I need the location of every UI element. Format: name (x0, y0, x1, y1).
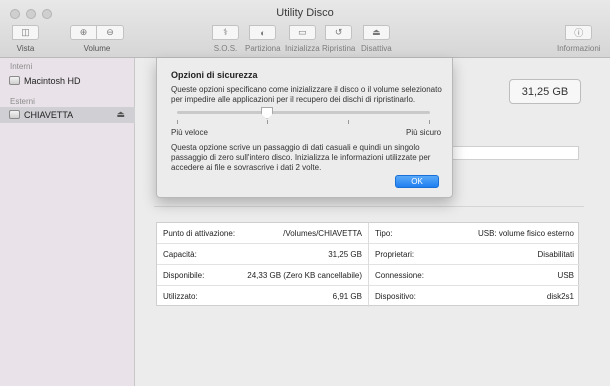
pie-icon: ◐ (260, 27, 266, 38)
internal-disk-icon (9, 76, 20, 85)
slider-tick (177, 120, 178, 124)
sidebar-section-internal: Interni (10, 62, 33, 71)
info-label: Punto di attivazione: (163, 228, 236, 238)
info-label: Tipo: (375, 228, 393, 238)
add-volume-button[interactable]: ⊕ (70, 25, 97, 40)
table-row: Punto di attivazione: /Volumes/CHIAVETTA (157, 223, 368, 244)
info-icon: ⓘ (574, 28, 584, 38)
disk-utility-window: Utility Disco ◫ Vista ⊕ ⊖ Volume ⚕ S.O.S… (0, 0, 610, 386)
info-value: USB (557, 270, 574, 280)
table-row: Disponibile: 24,33 GB (Zero KB cancellab… (157, 265, 368, 286)
disattiva-button[interactable]: ⏏ (362, 25, 390, 40)
ok-button[interactable]: OK (395, 175, 439, 188)
eject-icon[interactable]: ⏏ (116, 109, 125, 120)
slider-tick (267, 120, 268, 124)
dialog-title: Opzioni di sicurezza (171, 70, 258, 80)
info-value: 24,33 GB (Zero KB cancellabile) (247, 270, 362, 280)
vista-label: Vista (16, 44, 35, 53)
sidebar-icon: ◫ (21, 27, 30, 37)
capacity-box: 31,25 GB (509, 79, 581, 104)
table-row: Tipo: USB: volume fisico esterno (369, 223, 580, 244)
sidebar-item-label: CHIAVETTA (24, 110, 74, 120)
usb-disk-icon (9, 110, 20, 119)
sidebar-item-macintosh-hd[interactable]: Macintosh HD (0, 73, 135, 89)
dialog-note: Questa opzione scrive un passaggio di da… (171, 143, 431, 172)
stethoscope-icon: ⚕ (223, 27, 228, 37)
toolbar-ripristina: ↺ Ripristina (322, 25, 355, 53)
remove-volume-button[interactable]: ⊖ (97, 25, 124, 40)
toolbar-partiziona: ◐ Partiziona (245, 25, 281, 53)
info-value: disk2s1 (546, 292, 574, 301)
plus-icon: ⊕ (79, 27, 88, 37)
eraser-icon: ▭ (298, 27, 307, 37)
minus-icon: ⊖ (106, 27, 114, 37)
inizializza-button[interactable]: ▭ (288, 25, 316, 40)
vista-button[interactable]: ◫ (12, 25, 39, 40)
toolbar-inizializza: ▭ Inizializza (285, 25, 320, 53)
ripristina-label: Ripristina (322, 44, 356, 53)
slider-tick (429, 120, 430, 124)
sidebar-section-external: Esterni (10, 97, 35, 106)
toolbar-vista: ◫ Vista (12, 25, 39, 53)
disattiva-label: Disattiva (361, 44, 392, 53)
restore-icon: ↺ (334, 27, 343, 37)
usage-bar (451, 146, 579, 160)
security-slider-track[interactable] (177, 111, 430, 114)
slider-min-label: Più veloce (171, 128, 208, 137)
partiziona-label: Partiziona (245, 44, 281, 53)
informazioni-label: Informazioni (557, 44, 601, 53)
info-label: Capacità: (163, 249, 197, 259)
info-value: 31,25 GB (328, 249, 362, 259)
window-title: Utility Disco (276, 7, 334, 19)
info-label: Connessione: (375, 270, 424, 280)
sidebar: Interni Macintosh HD Esterni CHIAVETTA ⏏ (0, 58, 135, 386)
info-value: Disabilitati (537, 249, 574, 259)
partiziona-button[interactable]: ◐ (249, 25, 277, 40)
table-row: Connessione: USB (369, 265, 580, 286)
divider (154, 206, 584, 207)
table-row: Dispositivo: disk2s1 (369, 286, 580, 307)
toolbar-sos: ⚕ S.O.S. (212, 25, 239, 53)
info-column-right: Tipo: USB: volume fisico esterno Proprie… (369, 223, 580, 307)
security-options-dialog: Opzioni di sicurezza Queste opzioni spec… (156, 58, 453, 198)
info-label: Disponibile: (163, 270, 205, 280)
info-column-left: Punto di attivazione: /Volumes/CHIAVETTA… (157, 223, 369, 307)
info-label: Utilizzato: (163, 292, 198, 301)
title-bar: Utility Disco ◫ Vista ⊕ ⊖ Volume ⚕ S.O.S… (0, 0, 610, 58)
sos-button[interactable]: ⚕ (212, 25, 239, 40)
info-label: Dispositivo: (375, 292, 416, 301)
table-row: Utilizzato: 6,91 GB (157, 286, 368, 307)
toolbar-disattiva: ⏏ Disattiva (361, 25, 392, 53)
dialog-description: Queste opzioni specificano come iniziali… (171, 85, 442, 104)
eject-icon: ⏏ (372, 27, 381, 37)
info-value: USB: volume fisico esterno (477, 228, 574, 238)
ripristina-button[interactable]: ↺ (325, 25, 353, 40)
toolbar-informazioni: ⓘ Informazioni (557, 25, 601, 53)
security-slider-knob[interactable] (261, 107, 273, 119)
sidebar-item-label: Macintosh HD (24, 76, 81, 86)
info-label: Proprietari: (375, 249, 415, 259)
info-table: Punto di attivazione: /Volumes/CHIAVETTA… (156, 222, 580, 307)
inizializza-label: Inizializza (285, 44, 320, 53)
info-value: /Volumes/CHIAVETTA (283, 228, 362, 238)
table-row: Proprietari: Disabilitati (369, 244, 580, 265)
slider-tick (348, 120, 349, 124)
informazioni-button[interactable]: ⓘ (565, 25, 593, 40)
volume-label: Volume (83, 44, 111, 53)
sidebar-item-chiavetta[interactable]: CHIAVETTA ⏏ (0, 107, 135, 123)
info-value: 6,91 GB (332, 292, 362, 301)
table-row: Capacità: 31,25 GB (157, 244, 368, 265)
toolbar-volume: ⊕ ⊖ Volume (70, 25, 124, 53)
slider-max-label: Più sicuro (406, 128, 442, 137)
sos-label: S.O.S. (213, 44, 238, 53)
